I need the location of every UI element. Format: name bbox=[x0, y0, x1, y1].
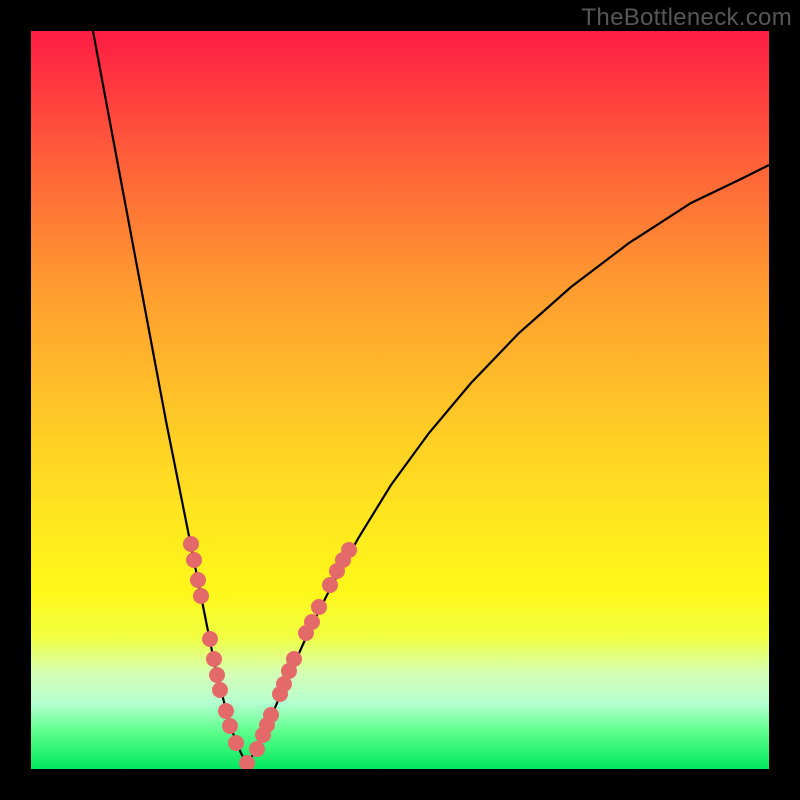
data-point bbox=[202, 631, 218, 647]
data-point bbox=[212, 682, 228, 698]
data-point bbox=[322, 577, 338, 593]
data-point bbox=[311, 599, 327, 615]
watermark-text: TheBottleneck.com bbox=[581, 4, 792, 32]
left-curve bbox=[93, 31, 247, 765]
plot-area bbox=[31, 31, 769, 769]
data-point bbox=[222, 718, 238, 734]
data-point bbox=[190, 572, 206, 588]
data-point bbox=[206, 651, 222, 667]
right-curve bbox=[247, 165, 769, 765]
data-point bbox=[193, 588, 209, 604]
data-point bbox=[186, 552, 202, 568]
data-point bbox=[304, 614, 320, 630]
chart-svg bbox=[31, 31, 769, 769]
chart-frame: TheBottleneck.com bbox=[0, 0, 800, 800]
data-point bbox=[249, 741, 265, 757]
data-point bbox=[341, 542, 357, 558]
data-point bbox=[183, 536, 199, 552]
data-point bbox=[228, 735, 244, 751]
data-point bbox=[263, 707, 279, 723]
data-point bbox=[286, 651, 302, 667]
data-points bbox=[183, 536, 357, 769]
data-point bbox=[209, 667, 225, 683]
data-point bbox=[218, 703, 234, 719]
